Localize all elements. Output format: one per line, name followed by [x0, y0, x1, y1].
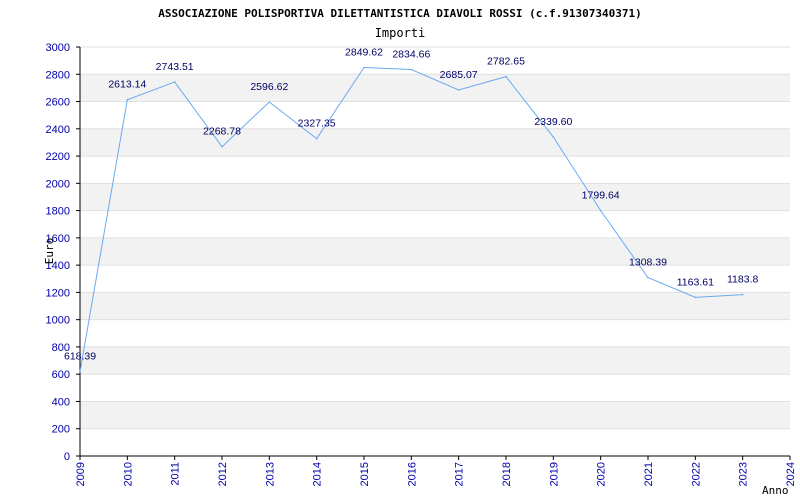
data-label: 1799.64: [582, 190, 620, 202]
x-tick-label: 2014: [312, 462, 324, 486]
grid-band: [80, 292, 790, 320]
data-label: 2849.62: [345, 47, 383, 59]
data-point: [363, 66, 365, 69]
y-tick-label: 1000: [46, 315, 70, 327]
data-label: 2613.14: [108, 79, 146, 91]
data-label: 2268.78: [203, 126, 241, 138]
grid-band: [80, 183, 790, 211]
y-tick-label: 2400: [46, 124, 70, 136]
y-tick-label: 3000: [46, 42, 70, 54]
data-label: 1308.39: [629, 257, 667, 269]
data-label: 2743.51: [156, 61, 194, 73]
y-axis-label: Euro: [43, 238, 56, 265]
x-tick-label: 2022: [690, 462, 702, 486]
chart-title: ASSOCIAZIONE POLISPORTIVA DILETTANTISTIC…: [158, 7, 641, 20]
y-tick-label: 400: [52, 396, 70, 408]
x-tick-label: 2024: [785, 462, 797, 486]
data-point: [268, 101, 271, 103]
data-point: [505, 75, 507, 78]
data-point: [599, 209, 602, 212]
data-label: 2339.60: [534, 116, 572, 128]
x-tick-label: 2012: [217, 462, 229, 486]
y-tick-label: 2600: [46, 97, 70, 109]
data-point: [647, 276, 649, 279]
data-label: 2834.66: [392, 49, 430, 61]
x-tick-label: 2018: [501, 462, 513, 486]
data-label: 2327.35: [298, 118, 336, 130]
data-label: 2685.07: [440, 69, 478, 81]
data-point: [410, 68, 413, 71]
data-label: 618.39: [64, 351, 96, 363]
data-point: [126, 98, 129, 101]
x-tick-label: 2019: [548, 462, 560, 486]
x-tick-label: 2009: [75, 462, 87, 486]
chart-subtitle: Importi: [375, 26, 426, 40]
data-point: [221, 145, 223, 148]
x-tick-label: 2011: [170, 462, 182, 486]
x-tick-label: 2015: [359, 462, 371, 486]
y-tick-label: 0: [64, 451, 70, 463]
y-tick-label: 200: [52, 424, 70, 436]
data-point: [741, 293, 744, 296]
y-tick-label: 2200: [46, 151, 70, 163]
data-point: [173, 81, 176, 83]
y-tick-label: 1800: [46, 206, 70, 218]
data-label: 2596.62: [250, 81, 288, 93]
x-tick-label: 2020: [596, 462, 608, 486]
x-tick-label: 2017: [454, 462, 466, 486]
data-label: 2782.65: [487, 56, 525, 68]
y-tick-label: 1200: [46, 287, 70, 299]
x-tick-label: 2010: [122, 462, 134, 486]
x-tick-label: 2021: [643, 462, 655, 486]
y-tick-label: 600: [52, 369, 70, 381]
data-point: [694, 296, 697, 299]
data-point: [315, 137, 318, 140]
grid-band: [80, 401, 790, 429]
y-tick-label: 2000: [46, 178, 70, 190]
data-label: 1163.61: [677, 276, 714, 288]
x-axis-label: Anno: [762, 484, 789, 497]
data-point: [552, 136, 555, 138]
series-line: [79, 66, 743, 372]
y-tick-label: 2800: [46, 69, 70, 81]
x-tick-label: 2013: [264, 462, 276, 486]
x-tick-labels: 2009 2010 2011 2012 2013 2014 2015 2016 2017 2018…: [75, 462, 797, 486]
line-chart: ASSOCIAZIONE POLISPORTIVA DILETTANTISTIC…: [43, 7, 797, 497]
grid-band: [80, 128, 790, 157]
data-label: 1183.8: [727, 274, 758, 286]
series-importi: [79, 66, 744, 373]
grid-bands: [80, 74, 790, 429]
data-point: [457, 89, 460, 91]
grid-band: [80, 346, 790, 375]
x-tick-label: 2016: [406, 462, 418, 486]
x-tick-label: 2023: [738, 462, 750, 486]
data-point: [79, 370, 81, 373]
grid-band: [80, 237, 790, 266]
